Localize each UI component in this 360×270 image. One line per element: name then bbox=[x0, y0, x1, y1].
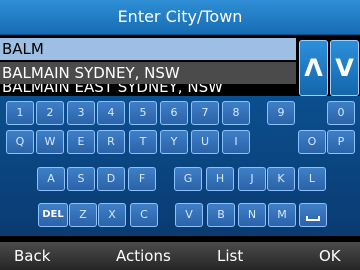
actions-button[interactable]: Actions bbox=[116, 242, 171, 270]
list-button[interactable]: List bbox=[217, 242, 243, 270]
bottom-action-bar: Back Actions List OK bbox=[0, 242, 360, 270]
ok-button[interactable]: OK bbox=[319, 242, 341, 270]
key-2[interactable]: 2 bbox=[36, 101, 64, 125]
result-item-1[interactable]: BALMAIN SYDNEY, NSW bbox=[0, 62, 296, 84]
back-button[interactable]: Back bbox=[14, 242, 50, 270]
key-4[interactable]: 4 bbox=[97, 101, 125, 125]
key-o[interactable]: O bbox=[298, 130, 326, 154]
key-1[interactable]: 1 bbox=[6, 101, 34, 125]
result-item-2[interactable]: BALMAIN EAST SYDNEY, NSW bbox=[0, 84, 296, 96]
key-x[interactable]: X bbox=[98, 203, 126, 227]
key-0[interactable]: 0 bbox=[327, 101, 355, 125]
key-f[interactable]: F bbox=[128, 167, 156, 191]
key-n[interactable]: N bbox=[238, 203, 266, 227]
screen-title: Enter City/Town bbox=[0, 0, 360, 35]
key-z[interactable]: Z bbox=[69, 203, 97, 227]
scroll-up-button[interactable]: Λ bbox=[299, 40, 328, 96]
key-a[interactable]: A bbox=[37, 167, 65, 191]
key-t[interactable]: T bbox=[129, 130, 157, 154]
key-q[interactable]: Q bbox=[6, 130, 34, 154]
city-search-input[interactable]: BALM bbox=[0, 38, 296, 60]
key-j[interactable]: J bbox=[238, 167, 266, 191]
space-key[interactable] bbox=[299, 203, 327, 227]
key-y[interactable]: Y bbox=[160, 130, 188, 154]
key-r[interactable]: R bbox=[97, 130, 125, 154]
key-p[interactable]: P bbox=[327, 130, 355, 154]
key-b[interactable]: B bbox=[207, 203, 235, 227]
scroll-down-button[interactable]: V bbox=[330, 40, 359, 96]
key-w[interactable]: W bbox=[36, 130, 64, 154]
key-g[interactable]: G bbox=[174, 167, 202, 191]
key-s[interactable]: S bbox=[67, 167, 95, 191]
delete-key[interactable]: DEL bbox=[38, 203, 68, 227]
key-e[interactable]: E bbox=[67, 130, 95, 154]
key-5[interactable]: 5 bbox=[129, 101, 157, 125]
key-8[interactable]: 8 bbox=[222, 101, 250, 125]
key-m[interactable]: M bbox=[268, 203, 296, 227]
key-i[interactable]: I bbox=[222, 130, 250, 154]
key-k[interactable]: K bbox=[267, 167, 295, 191]
key-9[interactable]: 9 bbox=[267, 101, 295, 125]
key-v[interactable]: V bbox=[175, 203, 203, 227]
key-3[interactable]: 3 bbox=[67, 101, 95, 125]
key-h[interactable]: H bbox=[206, 167, 234, 191]
result-item-2-label: BALMAIN EAST SYDNEY, NSW bbox=[2, 84, 223, 96]
key-6[interactable]: 6 bbox=[160, 101, 188, 125]
key-7[interactable]: 7 bbox=[191, 101, 219, 125]
key-u[interactable]: U bbox=[191, 130, 219, 154]
key-c[interactable]: C bbox=[130, 203, 158, 227]
on-screen-keyboard: 1 2 3 4 5 6 7 8 9 0 Q W E R T Y U I O P … bbox=[0, 96, 360, 236]
key-l[interactable]: L bbox=[298, 167, 326, 191]
key-d[interactable]: D bbox=[97, 167, 125, 191]
space-bar-icon bbox=[306, 216, 320, 221]
